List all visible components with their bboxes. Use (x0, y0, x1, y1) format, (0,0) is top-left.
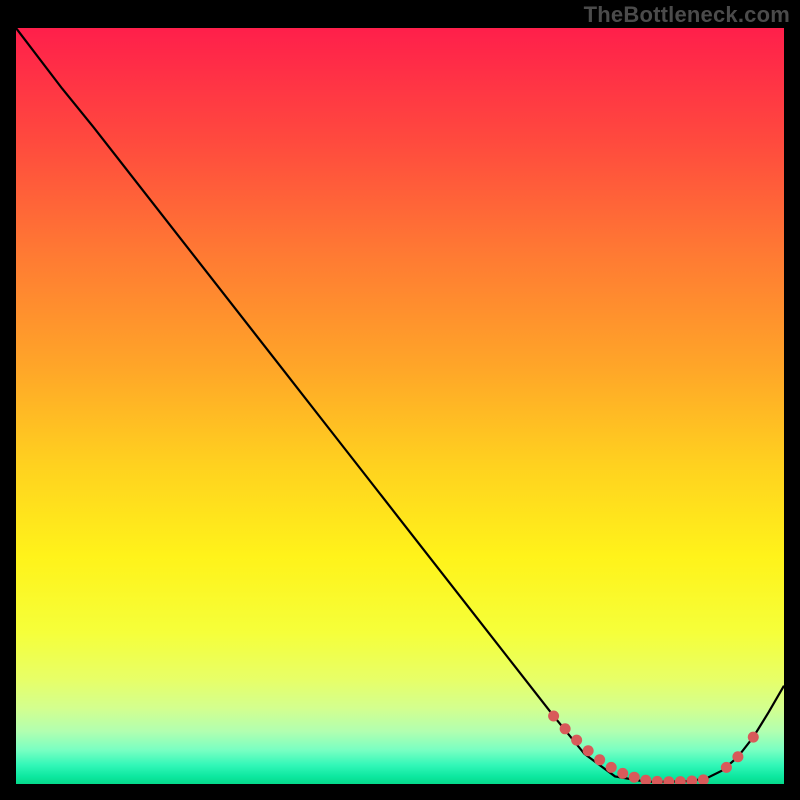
marker-dot (617, 768, 628, 779)
marker-dot (571, 735, 582, 746)
plot-area (16, 28, 784, 784)
watermark-label: TheBottleneck.com (584, 2, 790, 28)
marker-dot (548, 710, 559, 721)
marker-dot (721, 762, 732, 773)
chart-frame: TheBottleneck.com (0, 0, 800, 800)
marker-dot (732, 751, 743, 762)
marker-dot (748, 732, 759, 743)
marker-dot (594, 754, 605, 765)
marker-dot (629, 772, 640, 783)
marker-dot (583, 745, 594, 756)
marker-dot (606, 762, 617, 773)
gradient-background (16, 28, 784, 784)
chart-svg (16, 28, 784, 784)
marker-dot (560, 723, 571, 734)
